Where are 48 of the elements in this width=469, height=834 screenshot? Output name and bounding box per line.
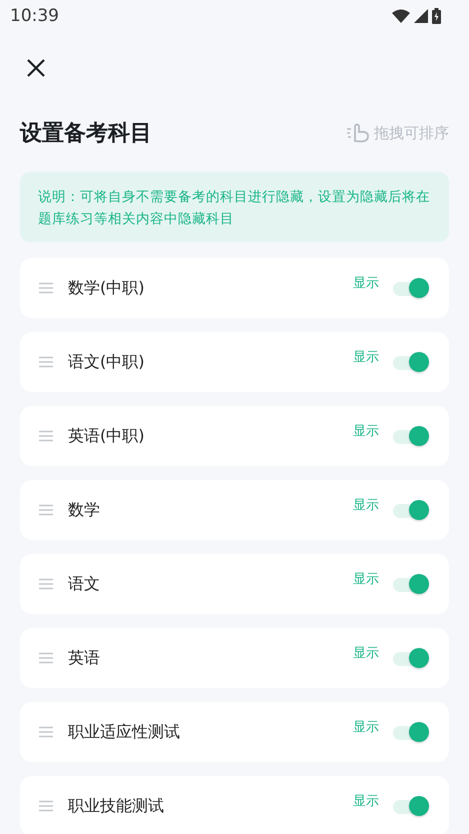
visibility-label: 显示 — [353, 275, 379, 292]
subject-card[interactable]: 职业技能测试 显示 — [20, 776, 449, 834]
subject-name: 英语(中职) — [68, 426, 146, 446]
visibility-toggle[interactable] — [393, 425, 429, 447]
signal-icon — [414, 9, 428, 23]
subject-name: 语文(中职) — [68, 352, 146, 372]
drag-handle-icon[interactable] — [38, 356, 54, 368]
subject-name: 语文 — [68, 574, 101, 594]
visibility-toggle[interactable] — [393, 721, 429, 743]
drag-handle-icon[interactable] — [38, 800, 54, 812]
drag-handle-icon[interactable] — [38, 652, 54, 664]
visibility-label: 显示 — [353, 423, 379, 440]
subject-card[interactable]: 数学(中职) 显示 — [20, 258, 449, 318]
status-time: 10:39 — [10, 6, 59, 26]
drag-handle-icon[interactable] — [38, 504, 54, 516]
subject-card[interactable]: 语文 显示 — [20, 554, 449, 614]
subject-card[interactable]: 英语(中职) 显示 — [20, 406, 449, 466]
visibility-label: 显示 — [353, 349, 379, 366]
subject-name: 职业技能测试 — [68, 796, 165, 816]
visibility-toggle[interactable] — [393, 647, 429, 669]
battery-icon — [432, 8, 441, 24]
hand-icon — [346, 123, 370, 143]
page-title: 设置备考科目 — [20, 120, 152, 148]
subject-name: 数学 — [68, 500, 101, 520]
subject-card[interactable]: 英语 显示 — [20, 628, 449, 688]
subject-name: 数学(中职) — [68, 278, 146, 298]
drag-handle-icon[interactable] — [38, 578, 54, 590]
visibility-label: 显示 — [353, 719, 379, 736]
subject-card[interactable]: 语文(中职) 显示 — [20, 332, 449, 392]
visibility-label: 显示 — [353, 571, 379, 588]
visibility-label: 显示 — [353, 645, 379, 662]
visibility-label: 显示 — [353, 497, 379, 514]
visibility-toggle[interactable] — [393, 351, 429, 373]
drag-handle-icon[interactable] — [38, 430, 54, 442]
visibility-label: 显示 — [353, 793, 379, 810]
drag-hint: 拖拽可排序 — [374, 124, 449, 142]
visibility-toggle[interactable] — [393, 499, 429, 521]
drag-handle-icon[interactable] — [38, 726, 54, 738]
visibility-toggle[interactable] — [393, 277, 429, 299]
subject-name: 职业适应性测试 — [68, 722, 181, 742]
drag-handle-icon[interactable] — [38, 282, 54, 294]
subject-card[interactable]: 数学 显示 — [20, 480, 449, 540]
visibility-toggle[interactable] — [393, 573, 429, 595]
notice-text: 说明：可将自身不需要备考的科目进行隐藏，设置为隐藏后将在题库练习等相关内容中隐藏科目 — [20, 172, 449, 242]
visibility-toggle[interactable] — [393, 795, 429, 817]
subject-card[interactable]: 职业适应性测试 显示 — [20, 702, 449, 762]
subject-name: 英语 — [68, 648, 101, 668]
wifi-icon — [392, 9, 410, 23]
